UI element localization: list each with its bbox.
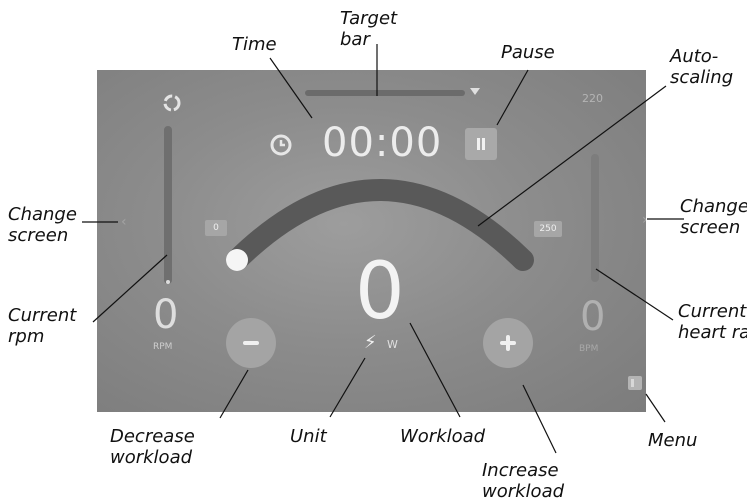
annotation-current-rpm: Current rpm bbox=[8, 305, 77, 347]
annotation-time: Time bbox=[232, 34, 277, 55]
annotation-unit: Unit bbox=[290, 426, 327, 447]
annotation-change-screen-right: Change screen bbox=[680, 196, 747, 238]
annotation-workload: Workload bbox=[400, 426, 486, 447]
annotation-target-bar: Target bar bbox=[340, 8, 398, 50]
annotation-change-screen-left: Change screen bbox=[8, 204, 77, 246]
annotation-current-heart-rate: Current heart rate bbox=[678, 301, 747, 343]
annotation-pause: Pause bbox=[501, 42, 555, 63]
annotation-decrease-workload: Decrease workload bbox=[110, 426, 195, 468]
annotation-auto-scaling: Auto- scaling bbox=[670, 46, 734, 88]
annotation-menu: Menu bbox=[648, 430, 698, 451]
annotation-increase-workload: Increase workload bbox=[482, 460, 565, 502]
